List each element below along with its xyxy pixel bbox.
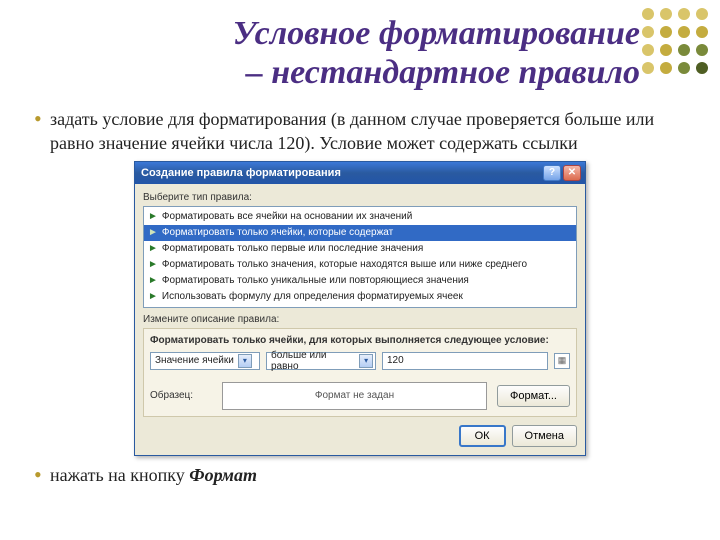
arrow-right-icon: ► <box>148 292 158 302</box>
decorative-dot <box>660 44 672 56</box>
decorative-dot <box>696 44 708 56</box>
rule-type-listbox[interactable]: ► Форматировать все ячейки на основании и… <box>143 206 577 308</box>
range-picker-icon[interactable]: ▦ <box>554 353 570 369</box>
decorative-dot <box>696 26 708 38</box>
condition-subject-value: Значение ячейки <box>155 355 234 366</box>
decorative-dot <box>642 8 654 20</box>
condition-operator-value: больше или равно <box>271 350 355 372</box>
decorative-dot <box>642 62 654 74</box>
rule-desc-panel-title: Форматировать только ячейки, для которых… <box>150 335 570 346</box>
decorative-dot <box>660 26 672 38</box>
arrow-right-icon: ► <box>148 228 158 238</box>
arrow-right-icon: ► <box>148 276 158 286</box>
chevron-down-icon: ▾ <box>238 354 252 368</box>
rule-type-option-label: Форматировать только значения, которые н… <box>162 259 527 270</box>
ok-button-label: ОК <box>475 430 490 442</box>
rule-type-option[interactable]: ► Использовать формулу для определения фо… <box>144 289 576 305</box>
rule-type-option-label: Форматировать все ячейки на основании их… <box>162 211 412 222</box>
sample-preview-text: Формат не задан <box>315 390 394 401</box>
decorative-dot <box>678 26 690 38</box>
slide-title: Условное форматирование – нестандартное … <box>40 14 640 92</box>
bullet-1: задать условие для форматирования (в дан… <box>48 108 680 155</box>
arrow-right-icon: ► <box>148 260 158 270</box>
rule-type-option[interactable]: ► Форматировать только значения, которые … <box>144 257 576 273</box>
rule-type-option-label: Форматировать только уникальные или повт… <box>162 275 469 286</box>
cancel-button-label: Отмена <box>525 430 564 442</box>
decorative-dot <box>678 62 690 74</box>
new-formatting-rule-dialog: Создание правила форматирования ? ✕ Выбе… <box>134 161 586 456</box>
rule-type-option-label: Использовать формулу для определения фор… <box>162 291 463 302</box>
sample-preview: Формат не задан <box>222 382 487 410</box>
decorative-dot <box>678 44 690 56</box>
decorative-dot <box>696 8 708 20</box>
condition-value-text: 120 <box>387 355 404 366</box>
format-button-label: Формат... <box>510 390 557 402</box>
title-line-1: Условное форматирование <box>233 15 640 52</box>
rule-type-option-label: Форматировать только ячейки, которые сод… <box>162 227 393 238</box>
rule-type-option[interactable]: ► Форматировать все ячейки на основании и… <box>144 209 576 225</box>
dialog-titlebar[interactable]: Создание правила форматирования ? ✕ <box>135 162 585 184</box>
sample-label: Образец: <box>150 390 212 401</box>
bullet-2-em: Формат <box>189 465 257 485</box>
condition-operator-select[interactable]: больше или равно ▾ <box>266 352 376 370</box>
rule-type-option[interactable]: ► Форматировать только уникальные или пов… <box>144 273 576 289</box>
decorative-dot <box>642 26 654 38</box>
bullet-2-text: нажать на кнопку <box>50 465 189 485</box>
rule-type-option[interactable]: ► Форматировать только первые или последн… <box>144 241 576 257</box>
bullet-2: нажать на кнопку Формат <box>48 464 680 487</box>
cancel-button[interactable]: Отмена <box>512 425 577 447</box>
decorative-dot <box>678 8 690 20</box>
ok-button[interactable]: ОК <box>459 425 506 447</box>
rule-type-option[interactable]: ► Форматировать только ячейки, которые со… <box>144 225 576 241</box>
rule-type-label: Выберите тип правила: <box>143 192 577 203</box>
rule-desc-panel: Форматировать только ячейки, для которых… <box>143 328 577 417</box>
condition-subject-select[interactable]: Значение ячейки ▾ <box>150 352 260 370</box>
rule-type-option-label: Форматировать только первые или последни… <box>162 243 423 254</box>
decorative-dot <box>660 8 672 20</box>
arrow-right-icon: ► <box>148 212 158 222</box>
help-icon[interactable]: ? <box>543 165 561 181</box>
decorative-dot-grid <box>642 8 710 76</box>
decorative-dot <box>696 62 708 74</box>
close-icon[interactable]: ✕ <box>563 165 581 181</box>
decorative-dot <box>642 44 654 56</box>
bullet-1-text: задать условие для форматирования (в дан… <box>50 109 654 152</box>
decorative-dot <box>660 62 672 74</box>
dialog-title: Создание правила форматирования <box>139 167 541 179</box>
arrow-right-icon: ► <box>148 244 158 254</box>
chevron-down-icon: ▾ <box>359 354 373 368</box>
rule-desc-label: Измените описание правила: <box>143 314 577 325</box>
format-button[interactable]: Формат... <box>497 385 570 407</box>
condition-value-input[interactable]: 120 <box>382 352 548 370</box>
title-line-2: – нестандартное правило <box>246 54 640 91</box>
